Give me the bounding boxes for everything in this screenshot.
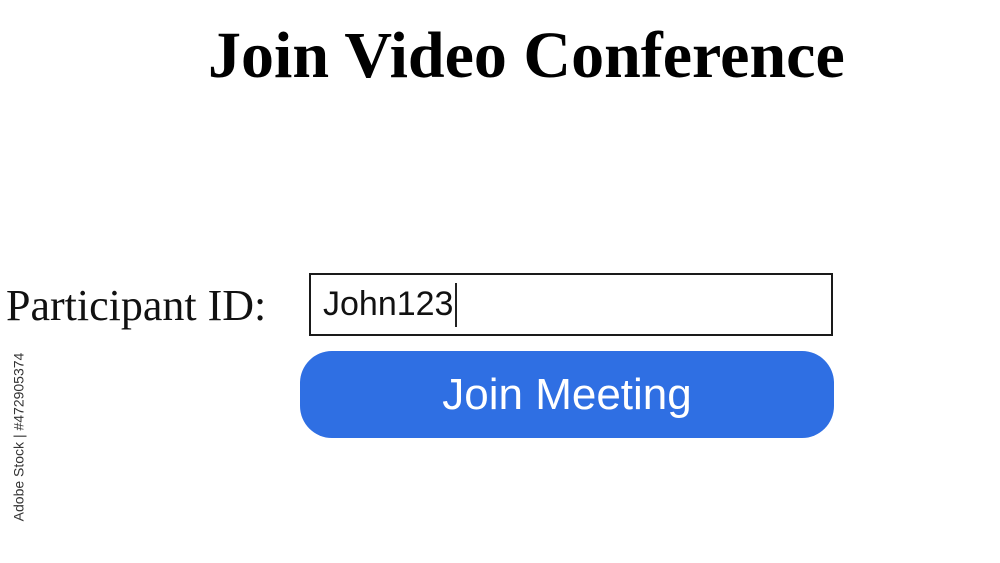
stock-credit-text: Adobe Stock | #472905374 — [10, 352, 27, 522]
join-conference-page: Join Video Conference Participant ID: Jo… — [0, 0, 1000, 563]
page-title: Join Video Conference — [208, 19, 845, 92]
join-meeting-label: Join Meeting — [442, 369, 692, 419]
text-caret — [455, 282, 458, 327]
participant-id-label: Participant ID: — [6, 281, 267, 330]
participant-id-value: John123 — [323, 285, 454, 323]
stock-credit: Adobe Stock | #472905374 — [8, 322, 28, 552]
participant-id-input[interactable]: John123 — [309, 273, 833, 336]
join-meeting-button[interactable]: Join Meeting — [300, 351, 834, 438]
